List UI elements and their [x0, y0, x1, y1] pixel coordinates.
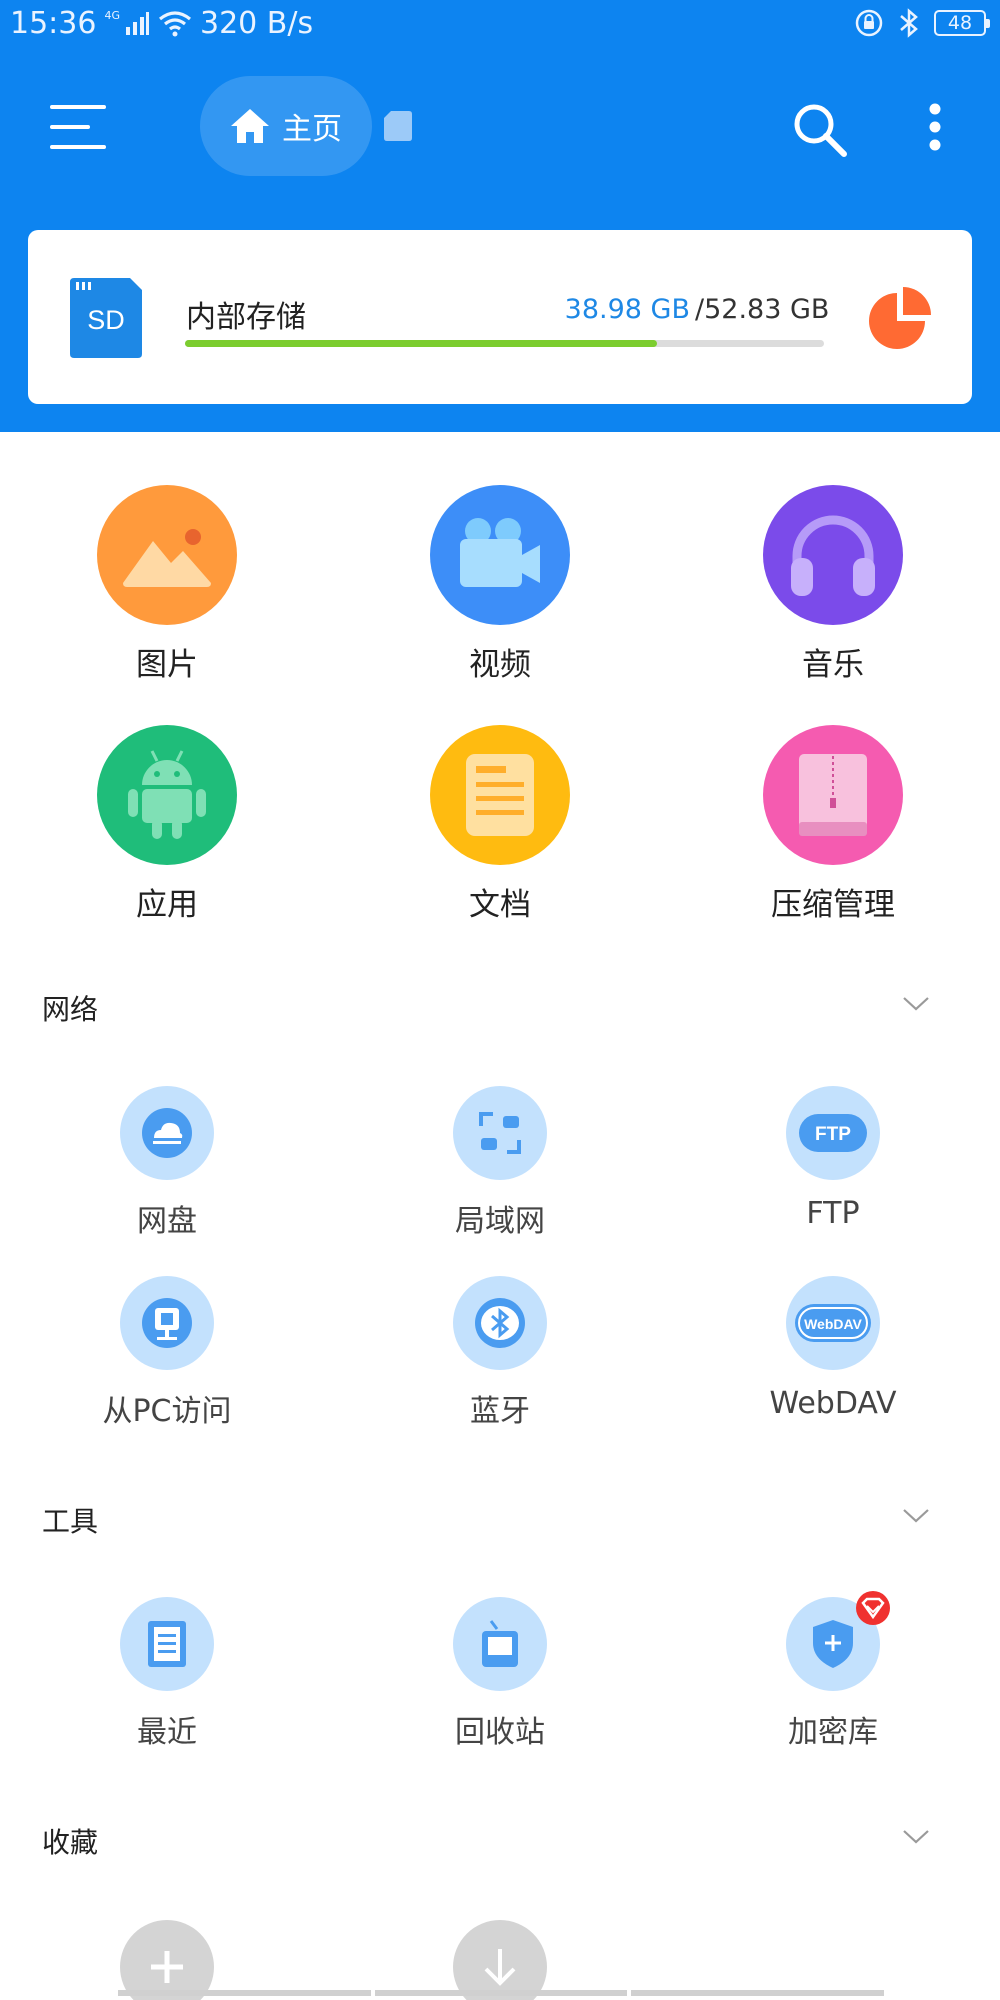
- network-label: FTP: [806, 1196, 860, 1231]
- status-bar: 15:36 4G 320 B/s 48: [0, 0, 1000, 50]
- category-label: 应用: [136, 887, 198, 923]
- tool-recent[interactable]: 最近: [47, 1597, 287, 1751]
- storage-used: 38.98 GB: [564, 294, 690, 325]
- home-tab-label: 主页: [282, 112, 342, 147]
- vault-icon: [786, 1591, 890, 1691]
- webdav-icon: WebDAV: [786, 1276, 880, 1370]
- storage-total: /52.83 GB: [695, 294, 830, 325]
- signal-icon: [126, 11, 149, 35]
- category-label: 文档: [469, 887, 531, 923]
- network-label: 从PC访问: [102, 1394, 232, 1429]
- internal-storage-card[interactable]: SD 内部存储 38.98 GB /52.83 GB: [28, 230, 972, 404]
- download-icon: [484, 1949, 516, 1986]
- status-time: 15:36: [10, 6, 97, 41]
- ftp-badge-text: FTP: [815, 1124, 851, 1145]
- storage-progress-bar: [185, 340, 824, 347]
- home-icon: [231, 109, 269, 143]
- bottom-divider: [118, 1990, 885, 1996]
- vip-badge-icon: [856, 1591, 890, 1625]
- category-label: 音乐: [802, 647, 864, 683]
- menu-icon-line: [50, 105, 106, 109]
- storage-progress-fill: [185, 340, 657, 347]
- recycle-bin-icon: [453, 1597, 547, 1691]
- section-title-tools: 工具: [42, 1505, 99, 1538]
- tool-recycle-bin[interactable]: 回收站: [380, 1597, 620, 1751]
- network-label: 局域网: [455, 1204, 545, 1239]
- home-tab[interactable]: 主页: [200, 76, 372, 176]
- divider-segment: [118, 1990, 371, 1996]
- network-label: WebDAV: [769, 1386, 897, 1421]
- section-title-network: 网络: [42, 993, 99, 1026]
- tool-label: 回收站: [455, 1715, 545, 1750]
- network-label: 网盘: [137, 1204, 197, 1239]
- sd-card-label: SD: [87, 305, 125, 335]
- category-label: 图片: [136, 647, 198, 683]
- sd-card-icon: SD: [70, 278, 142, 358]
- network-pc-access[interactable]: 从PC访问: [47, 1276, 287, 1430]
- pc-access-icon: [120, 1276, 214, 1370]
- category-archives[interactable]: 压缩管理: [713, 725, 953, 924]
- bluetooth-icon: [900, 8, 918, 38]
- favorite-add-button[interactable]: [120, 1920, 214, 2000]
- tool-vault[interactable]: 加密库: [713, 1591, 953, 1751]
- tool-label: 加密库: [788, 1715, 878, 1750]
- network-webdav[interactable]: WebDAV WebDAV: [713, 1276, 953, 1421]
- network-ftp[interactable]: FTP FTP: [713, 1086, 953, 1231]
- network-speed: 320 B/s: [200, 6, 314, 41]
- tool-label: 最近: [137, 1715, 197, 1750]
- image-icon: [97, 485, 237, 625]
- battery-level: 48: [947, 12, 973, 34]
- webdav-badge-text: WebDAV: [804, 1316, 862, 1332]
- network-cloud-drive[interactable]: 网盘: [47, 1086, 287, 1240]
- divider-segment: [374, 1990, 628, 1996]
- sd-card-icon[interactable]: [383, 110, 413, 142]
- recent-icon: [120, 1597, 214, 1691]
- archive-icon: [763, 725, 903, 865]
- ftp-icon: FTP: [786, 1086, 880, 1180]
- bluetooth-icon: [453, 1276, 547, 1370]
- lock-icon: [855, 9, 883, 37]
- category-documents[interactable]: 文档: [380, 725, 620, 924]
- more-vert-icon[interactable]: [920, 100, 950, 160]
- section-title-favorites: 收藏: [42, 1826, 99, 1859]
- category-videos[interactable]: 视频: [380, 485, 620, 684]
- category-images[interactable]: 图片: [47, 485, 287, 684]
- chevron-down-icon[interactable]: [902, 1508, 930, 1524]
- storage-pie-icon[interactable]: [866, 284, 934, 352]
- network-lan[interactable]: 局域网: [380, 1086, 620, 1240]
- network-label: 蓝牙: [470, 1394, 530, 1429]
- network-bluetooth[interactable]: 蓝牙: [380, 1276, 620, 1430]
- battery-icon: 48: [934, 10, 990, 36]
- wifi-icon: [159, 10, 191, 36]
- menu-button[interactable]: [50, 105, 106, 151]
- cloud-drive-icon: [120, 1086, 214, 1180]
- video-icon: [430, 485, 570, 625]
- menu-icon-line: [50, 125, 90, 129]
- category-music[interactable]: 音乐: [713, 485, 953, 684]
- music-icon: [763, 485, 903, 625]
- category-apps[interactable]: 应用: [47, 725, 287, 924]
- document-icon: [430, 725, 570, 865]
- android-icon: [97, 725, 237, 865]
- favorite-download-button[interactable]: [453, 1920, 547, 2000]
- category-label: 压缩管理: [771, 887, 895, 923]
- search-icon[interactable]: [790, 100, 850, 160]
- divider-segment: [631, 1990, 885, 1996]
- network-type: 4G: [104, 9, 120, 22]
- lan-icon: [453, 1086, 547, 1180]
- add-icon: [151, 1951, 183, 1983]
- category-label: 视频: [469, 647, 531, 683]
- storage-title: 内部存储: [186, 300, 306, 335]
- menu-icon-line: [50, 145, 106, 149]
- chevron-down-icon[interactable]: [902, 1829, 930, 1845]
- chevron-down-icon[interactable]: [902, 996, 930, 1012]
